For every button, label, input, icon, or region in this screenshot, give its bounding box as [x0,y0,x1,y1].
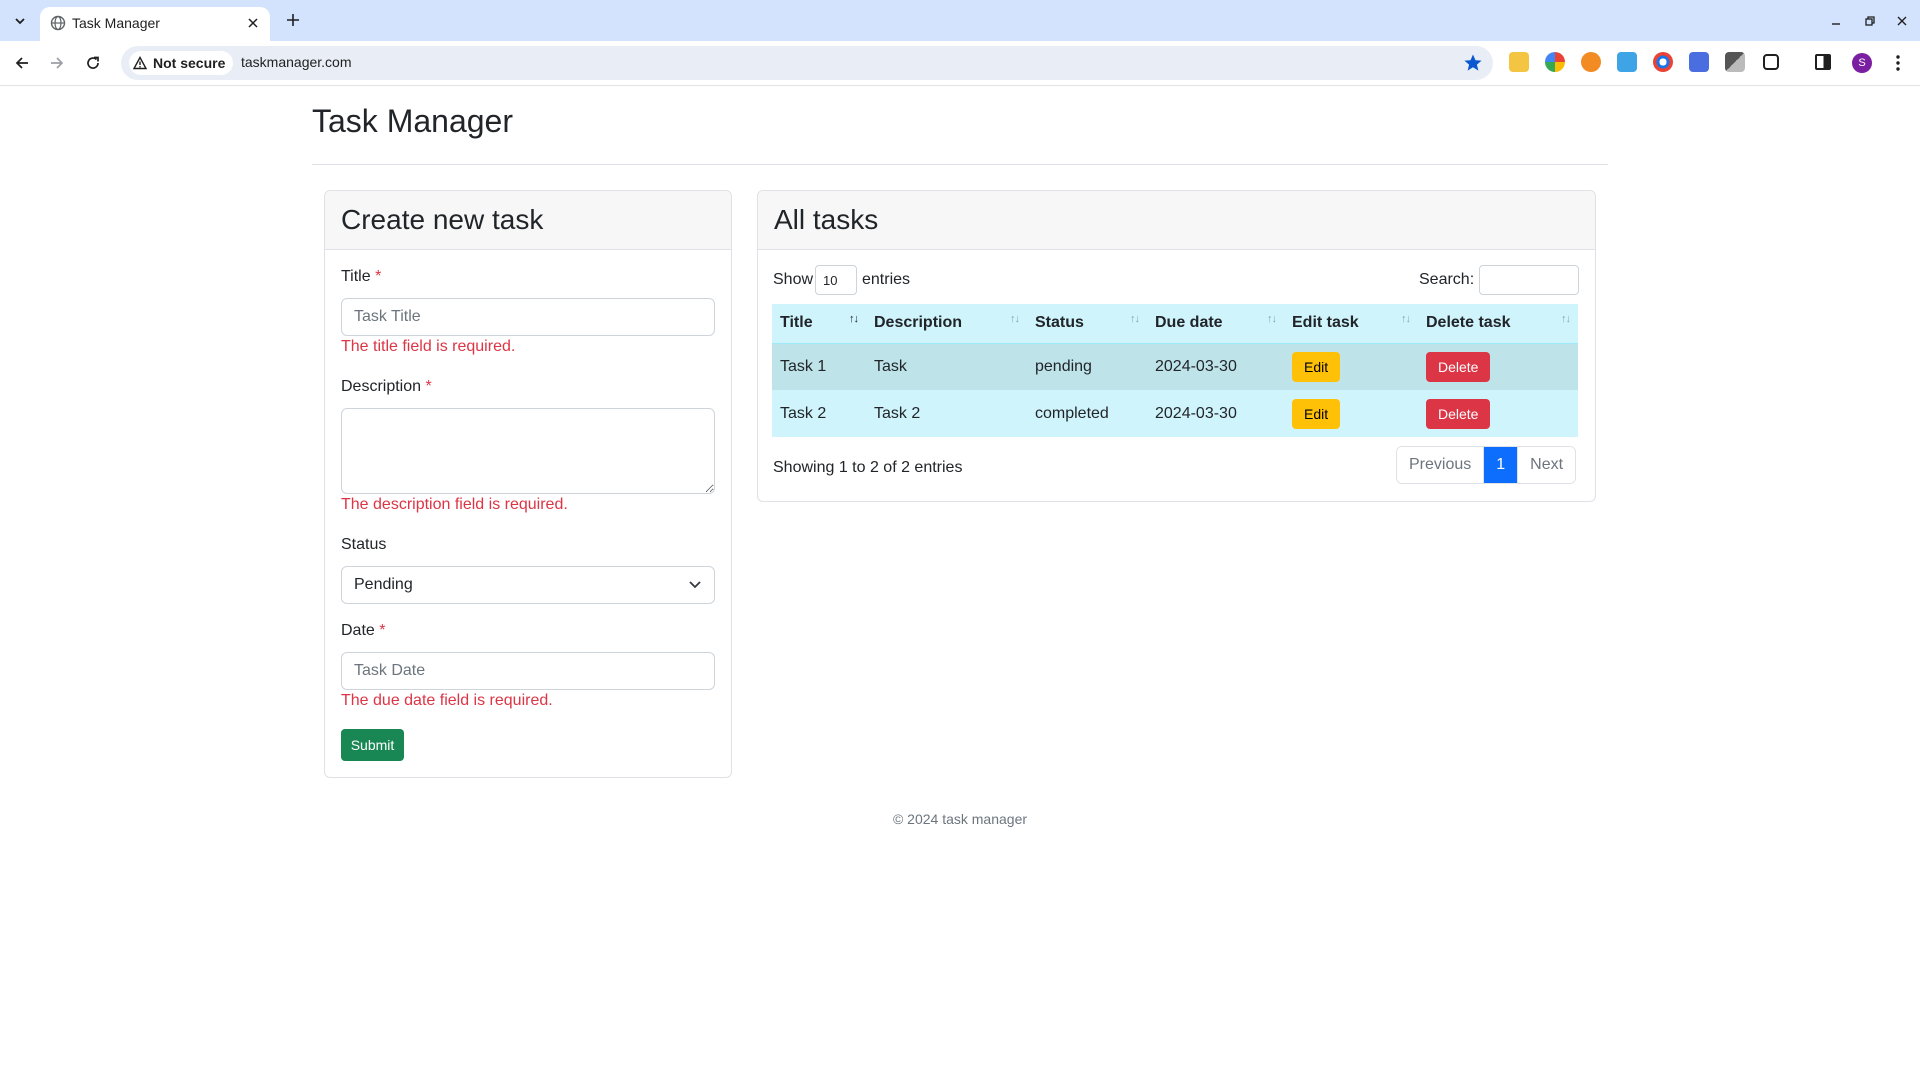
extension-window-icon[interactable] [1689,52,1709,72]
extension-grid-icon[interactable] [1725,52,1745,72]
column-header-delete-task[interactable]: Delete task ↑↓ [1418,304,1578,344]
description-label: Description * [341,378,432,395]
profile-avatar[interactable]: S [1852,53,1872,73]
table-row: Task 1 Task pending 2024-03-30 Edit Dele… [772,343,1578,390]
required-marker: * [375,268,382,285]
warning-triangle-icon [133,56,147,70]
task-due-date-cell: 2024-03-30 [1147,390,1284,437]
column-header-edit-task[interactable]: Edit task ↑↓ [1284,304,1418,344]
submit-button[interactable]: Submit [341,729,404,761]
description-error: The description field is required. [341,496,568,513]
edit-button[interactable]: Edit [1292,351,1341,382]
edit-cell: Edit [1284,390,1418,437]
restore-icon[interactable] [1858,9,1882,33]
column-header-title[interactable]: Title ↑↓ [772,304,866,344]
table-info: Showing 1 to 2 of 2 entries [773,459,963,476]
pagination-page[interactable]: 1 [1483,447,1518,483]
date-input[interactable] [341,652,715,690]
sort-icon: ↑↓ [1010,313,1020,325]
delete-cell: Delete [1418,390,1578,437]
page-title: Task Manager [312,103,513,139]
title-input[interactable] [341,298,715,336]
extension-chrome-icon[interactable] [1653,52,1673,72]
status-select[interactable]: Pending [341,566,715,604]
edit-button[interactable]: Edit [1292,398,1341,429]
status-label: Status [341,536,387,553]
tasks-table: Title ↑↓ Description ↑↓ Status ↑↓ Due date ↑… [772,304,1578,437]
entries-per-page-select[interactable]: 10 [815,265,857,295]
table-header-row: Title ↑↓ Description ↑↓ Status ↑↓ Due date ↑… [772,304,1578,344]
menu-kebab-icon[interactable] [1886,51,1910,75]
column-header-status[interactable]: Status ↑↓ [1027,304,1147,344]
task-title-cell: Task 2 [772,390,866,437]
url-text[interactable]: taskmanager.com [241,54,352,70]
entries-label: entries [862,271,911,288]
pagination-previous[interactable]: Previous [1397,447,1484,483]
security-indicator[interactable]: Not secure [129,51,234,75]
task-description-cell: Task 2 [866,390,1027,437]
task-title-cell: Task 1 [772,343,866,390]
delete-cell: Delete [1418,343,1578,390]
close-window-icon[interactable] [1890,9,1914,33]
pagination-next[interactable]: Next [1517,447,1576,483]
all-tasks-heading: All tasks [774,204,879,235]
back-arrow-icon[interactable] [10,51,34,75]
chevron-down-icon [689,581,701,589]
tab-close-icon[interactable] [244,14,262,32]
tab-search-chevron-icon[interactable] [8,9,32,33]
task-status-cell: pending [1027,343,1147,390]
title-error: The title field is required. [341,338,516,355]
bookmark-star-icon[interactable] [1463,53,1483,73]
table-row: Task 2 Task 2 completed 2024-03-30 Edit … [772,390,1578,437]
browser-toolbar: Not secure taskmanager.com S [0,41,1920,86]
delete-button[interactable]: Delete [1426,351,1491,382]
create-task-heading: Create new task [341,204,544,235]
status-selected-value: Pending [354,576,413,593]
task-due-date-cell: 2024-03-30 [1147,343,1284,390]
address-bar[interactable]: Not secure taskmanager.com [121,46,1493,80]
new-tab-icon[interactable] [282,9,304,31]
extension-color-wheel-icon[interactable] [1545,52,1565,72]
globe-icon [50,15,66,31]
description-textarea[interactable] [341,408,715,494]
extension-f-icon[interactable] [1617,52,1637,72]
column-header-due-date[interactable]: Due date ↑↓ [1147,304,1284,344]
search-input[interactable] [1479,265,1579,295]
task-status-cell: completed [1027,390,1147,437]
extension-note-icon[interactable] [1509,52,1529,72]
show-label: Show [773,271,814,288]
task-description-cell: Task [866,343,1027,390]
browser-tab-bar: Task Manager [0,0,1920,41]
title-label: Title * [341,268,382,285]
minimize-icon[interactable] [1824,9,1848,33]
required-marker: * [425,378,432,395]
delete-button[interactable]: Delete [1426,398,1491,429]
sort-icon: ↑↓ [1267,313,1277,325]
all-tasks-header: All tasks [758,191,1595,250]
sort-icon: ↑↓ [1561,313,1571,325]
forward-arrow-icon[interactable] [45,51,69,75]
reload-icon[interactable] [81,51,105,75]
title-divider [312,164,1608,165]
search-label: Search: [1419,271,1475,288]
sort-ascending-icon: ↑↓ [849,313,859,325]
create-task-header: Create new task [325,191,731,250]
sort-icon: ↑↓ [1401,313,1411,325]
date-error: The due date field is required. [341,692,553,709]
pagination: Previous 1 Next [1396,446,1577,484]
page-footer: © 2024 task manager [892,811,1028,827]
browser-tab[interactable]: Task Manager [40,7,270,41]
side-panel-icon[interactable] [1815,54,1831,70]
extension-sun-icon[interactable] [1581,52,1601,72]
security-label: Not secure [153,55,226,71]
sort-icon: ↑↓ [1130,313,1140,325]
required-marker: * [379,622,386,639]
edit-cell: Edit [1284,343,1418,390]
column-header-description[interactable]: Description ↑↓ [866,304,1027,344]
date-label: Date * [341,622,386,639]
extensions-puzzle-icon[interactable] [1763,54,1779,70]
tab-title: Task Manager [72,15,160,31]
